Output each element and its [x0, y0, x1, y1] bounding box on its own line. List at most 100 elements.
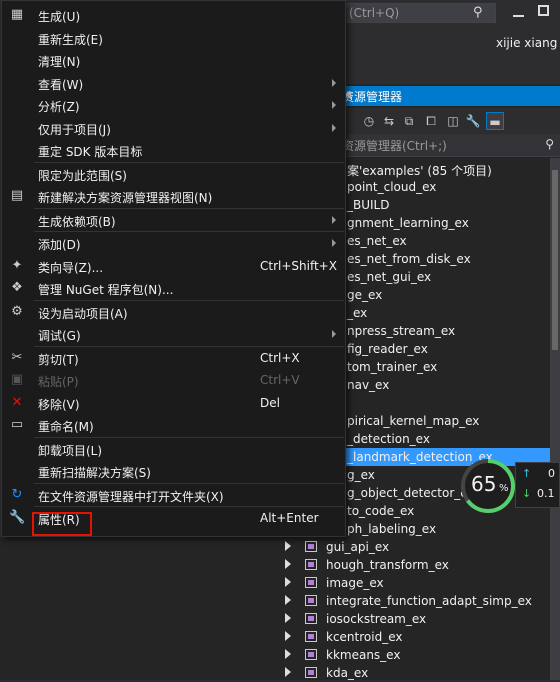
- expand-arrow-icon[interactable]: [285, 631, 291, 641]
- submenu-arrow-icon: [332, 101, 336, 109]
- expand-arrow-icon[interactable]: [285, 559, 291, 569]
- tree-item[interactable]: iosockstream_ex: [275, 610, 560, 628]
- tree-item[interactable]: hough_transform_ex: [275, 556, 560, 574]
- upload-speed: 0: [548, 467, 555, 480]
- new-view-icon: ▤: [10, 188, 24, 203]
- tree-item[interactable]: gui_api_ex: [275, 538, 560, 556]
- tree-item-label: tom_trainer_ex: [347, 360, 438, 374]
- menu-item-label: 移除(V): [38, 397, 80, 412]
- menu-item[interactable]: ↻ 在文件资源管理器中打开文件夹(X): [4, 484, 344, 506]
- menu-item[interactable]: 重定 SDK 版本目标: [4, 139, 344, 161]
- menu-item[interactable]: ✕ 移除(V) Del: [4, 392, 344, 414]
- project-icon: [305, 559, 317, 570]
- tree-item-label: to_code_ex: [347, 504, 415, 518]
- tree-item-label: es_net_gui_ex: [347, 270, 432, 284]
- tree-item-label: fig_reader_ex: [347, 342, 428, 356]
- project-icon: [305, 577, 317, 588]
- menu-item[interactable]: 分析(Z): [4, 94, 344, 116]
- close-icon[interactable]: ✕: [342, 88, 556, 102]
- menu-item: ▣ 粘贴(P) Ctrl+V: [4, 369, 344, 391]
- expand-arrow-icon[interactable]: [285, 577, 291, 587]
- submenu-arrow-icon: [332, 78, 336, 87]
- menu-item[interactable]: 限定为此范围(S): [4, 163, 344, 185]
- open-folder-icon: ↻: [11, 486, 23, 502]
- menu-item-label: 仅用于项目(J): [38, 122, 111, 137]
- show-all-files-icon[interactable]: ⧠: [422, 112, 440, 130]
- menu-item-label: 在文件资源管理器中打开文件夹(X): [38, 489, 224, 504]
- menu-item-label: 生成(U): [38, 10, 81, 24]
- menu-item[interactable]: 卸载项目(L): [4, 438, 344, 460]
- tree-item-label: 案'examples' (85 个项目): [347, 164, 492, 178]
- menu-item[interactable]: ✂ 剪切(T) Ctrl+X: [4, 347, 344, 369]
- tree-item-label: hough_transform_ex: [326, 558, 449, 572]
- context-menu: ▦ 生成(U) 重新生成(E) 清理(N) 查看(W) 分析(Z) 仅用于项目(J) 重定 S…: [1, 0, 346, 537]
- menu-item[interactable]: 重新生成(E): [4, 27, 344, 49]
- submenu-arrow-icon: [332, 239, 336, 247]
- tree-item[interactable]: kcentroid_ex: [275, 628, 560, 646]
- menu-item[interactable]: 重新扫描解决方案(S): [4, 460, 344, 482]
- tree-item[interactable]: kda_ex: [275, 664, 560, 682]
- expand-arrow-icon[interactable]: [285, 649, 291, 659]
- tree-item-label: ge_ex: [347, 288, 383, 302]
- menu-item[interactable]: 查看(W): [4, 72, 344, 94]
- project-icon: [305, 541, 317, 552]
- cut-icon: ✂: [11, 349, 23, 365]
- collapse-all-icon[interactable]: ⧉: [400, 112, 418, 130]
- properties-icon[interactable]: 🔧: [464, 112, 482, 130]
- menu-item[interactable]: 生成依赖项(B): [4, 209, 344, 231]
- project-icon: [305, 649, 317, 660]
- search-icon[interactable]: ⚲: [473, 5, 489, 21]
- sync-icon[interactable]: ⇆: [380, 112, 398, 130]
- expand-arrow-icon[interactable]: [285, 541, 291, 551]
- tree-item-label: kkmeans_ex: [326, 648, 401, 662]
- tree-item-label: nav_ex: [347, 378, 390, 392]
- menu-item-label: 新建解决方案资源管理器视图(N): [38, 191, 213, 205]
- menu-item[interactable]: ▭ 重命名(M): [4, 414, 344, 436]
- menu-item-label: 生成依赖项(B): [38, 214, 116, 229]
- tree-item-label: gui_api_ex: [326, 540, 390, 554]
- tree-item-label: g_ex: [347, 468, 375, 482]
- menu-item[interactable]: ⚙ 设为启动项目(A): [4, 301, 344, 323]
- menu-item[interactable]: 调试(G): [4, 323, 344, 345]
- gear-icon: ⚙: [11, 303, 23, 319]
- preview-icon[interactable]: ◫: [444, 112, 462, 130]
- download-arrow-icon: ↓: [522, 487, 532, 500]
- menu-item[interactable]: 添加(D): [4, 232, 344, 254]
- tree-item[interactable]: integrate_function_adapt_simp_ex: [275, 592, 560, 610]
- menu-item[interactable]: ▦ 生成(U): [4, 4, 344, 26]
- menu-item[interactable]: ▤ 新建解决方案资源管理器视图(N): [4, 185, 344, 207]
- menu-item[interactable]: 清理(N): [4, 49, 344, 71]
- menu-item[interactable]: ✦ 类向导(Z)... Ctrl+Shift+X: [4, 255, 344, 277]
- minimize-icon[interactable]: [512, 6, 526, 20]
- preview-selected-icon[interactable]: ▬: [486, 112, 504, 130]
- tree-item-label: _detection_ex: [347, 432, 430, 446]
- nuget-icon: ❖: [11, 280, 23, 295]
- tree-item[interactable]: image_ex: [275, 574, 560, 592]
- search-icon[interactable]: ⚲: [545, 137, 554, 151]
- menu-item-shortcut: Ctrl+X: [260, 350, 300, 365]
- history-icon[interactable]: ◷: [360, 112, 378, 130]
- menu-item-shortcut: Ctrl+Shift+X: [260, 258, 337, 273]
- expand-arrow-icon[interactable]: [285, 595, 291, 605]
- menu-item-label: 分析(Z): [38, 100, 80, 114]
- menu-item[interactable]: ❖ 管理 NuGet 程序包(N)...: [4, 277, 344, 299]
- performance-percent: 65: [471, 472, 497, 496]
- tree-item-label: _ex: [347, 306, 368, 320]
- scrollbar-thumb[interactable]: [552, 170, 558, 350]
- tree-item[interactable]: kkmeans_ex: [275, 646, 560, 664]
- solution-explorer-search[interactable]: 资源管理器(Ctrl+;) ⚲: [340, 134, 560, 157]
- expand-arrow-icon[interactable]: [285, 613, 291, 623]
- expand-arrow-icon[interactable]: [285, 667, 291, 677]
- upload-arrow-icon: ↑: [522, 467, 532, 480]
- maximize-icon[interactable]: [538, 5, 549, 16]
- tree-item-label: kda_ex: [326, 666, 369, 680]
- wrench-icon: 🔧: [9, 510, 26, 525]
- menu-item-shortcut: Ctrl+V: [260, 373, 300, 387]
- solution-explorer-title-bar: 资源管理器 ⊣ ✕: [340, 86, 560, 106]
- tree-item-label: ph_labeling_ex: [347, 522, 437, 536]
- paste-icon: ▣: [10, 372, 24, 387]
- tree-item-label: integrate_function_adapt_simp_ex: [326, 594, 532, 608]
- menu-item[interactable]: 仅用于项目(J): [4, 117, 344, 139]
- user-name[interactable]: xijie xiang: [496, 36, 557, 50]
- editor-lower-panel: [0, 535, 275, 680]
